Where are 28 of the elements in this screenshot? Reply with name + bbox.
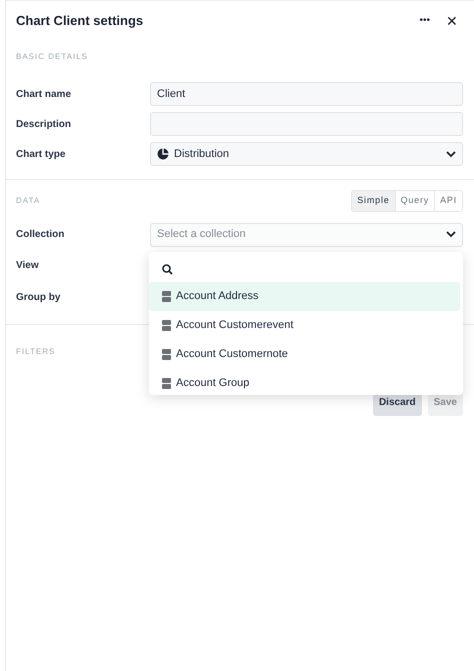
chevron-icon <box>446 150 456 158</box>
section-heading: BASIC DETAILS <box>16 51 89 63</box>
select-field[interactable]: Distribution <box>150 142 463 166</box>
dropdown-item[interactable]: Account Customerevent <box>149 311 460 340</box>
text-field[interactable] <box>150 112 463 136</box>
database-icon <box>162 378 171 389</box>
database-icon <box>162 320 171 331</box>
field-label: Group by <box>16 291 62 305</box>
chevron-icon <box>446 231 456 238</box>
section-heading: DATA <box>16 194 40 207</box>
mode-tab[interactable]: API <box>434 191 462 210</box>
section-heading: FILTERS <box>16 346 56 356</box>
field-label: Chart type <box>16 148 66 162</box>
field-label: View <box>16 259 40 273</box>
dropdown-item[interactable]: Account Customernote <box>149 340 460 369</box>
database-icon <box>162 291 171 302</box>
panel-title: Chart Client settings <box>16 12 144 30</box>
mode-tab[interactable]: Simple <box>352 191 395 210</box>
field-label: Description <box>16 118 72 132</box>
field-label: Collection <box>16 228 66 242</box>
pie-chart-icon <box>157 148 169 160</box>
dropdown-item[interactable]: Account Address <box>149 282 460 311</box>
field-label: Chart name <box>16 88 72 102</box>
search-icon[interactable] <box>162 264 173 274</box>
text-field[interactable]: Client <box>150 82 463 106</box>
database-icon <box>162 349 171 360</box>
more-button[interactable]: ••• <box>415 16 434 26</box>
close-button[interactable]: ✕ <box>442 14 462 28</box>
